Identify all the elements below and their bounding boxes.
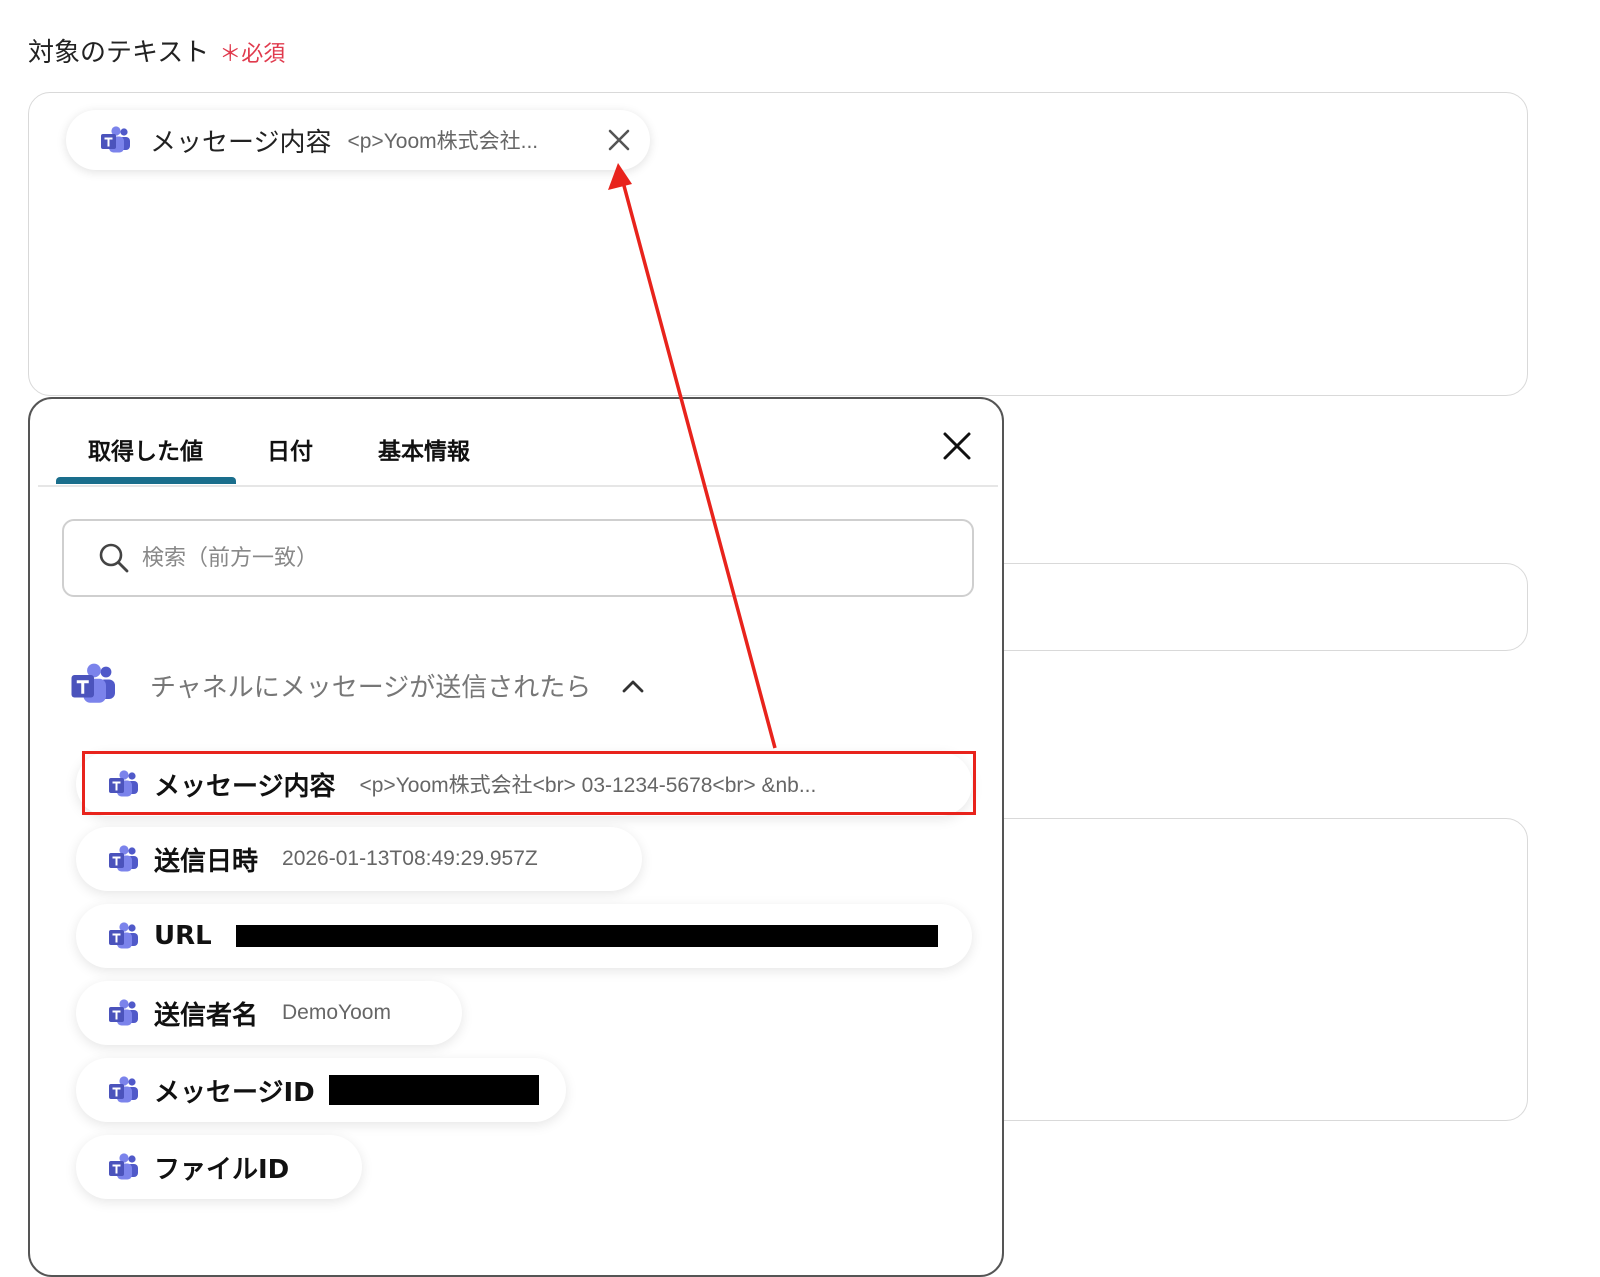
- chevron-up-icon[interactable]: [622, 679, 644, 693]
- value-item-url[interactable]: URL: [76, 904, 972, 968]
- value-item-sender-name[interactable]: 送信者名 DemoYoom: [76, 981, 462, 1045]
- redacted-value: [328, 1075, 539, 1105]
- teams-icon: [108, 999, 140, 1027]
- search-box[interactable]: [62, 519, 974, 597]
- tab-date[interactable]: 日付: [267, 432, 313, 466]
- chip-value: <p>Yoom株式会社...: [347, 130, 539, 153]
- chip-name: メッセージ内容: [150, 127, 332, 158]
- item-name: 送信日時: [154, 846, 259, 877]
- item-name: ファイルID: [154, 1154, 290, 1185]
- search-icon: [99, 543, 129, 573]
- selected-value-chip[interactable]: メッセージ内容 <p>Yoom株式会社...: [66, 110, 650, 170]
- required-marker: ＊必須: [219, 42, 286, 67]
- item-name: メッセージID: [154, 1077, 315, 1108]
- teams-icon: [70, 663, 118, 705]
- teams-icon: [108, 922, 140, 950]
- background-field-3[interactable]: [960, 818, 1528, 1121]
- tab-divider: [38, 485, 998, 487]
- item-value: 2026-01-13T08:49:29.957Z: [282, 847, 538, 870]
- chip-remove-icon[interactable]: [604, 125, 634, 155]
- item-value: DemoYoom: [282, 1001, 391, 1024]
- active-tab-indicator: [56, 477, 236, 484]
- close-icon[interactable]: [942, 431, 972, 461]
- value-item-message-id[interactable]: メッセージID: [76, 1058, 566, 1122]
- field-label-text: 対象のテキスト: [28, 38, 210, 68]
- tab-basic-info[interactable]: 基本情報: [378, 432, 470, 466]
- teams-icon: [108, 1153, 140, 1181]
- search-input[interactable]: [140, 544, 904, 572]
- teams-icon: [108, 845, 140, 873]
- redacted-value: [235, 925, 938, 947]
- item-name: URL: [154, 921, 212, 951]
- value-item-sent-datetime[interactable]: 送信日時 2026-01-13T08:49:29.957Z: [76, 827, 642, 891]
- background-field-2[interactable]: [960, 563, 1528, 651]
- item-name: 送信者名: [154, 1000, 259, 1031]
- trigger-group-title[interactable]: チャネルにメッセージが送信されたら: [150, 667, 591, 704]
- value-picker-panel: 取得した値 日付 基本情報 チャネルにメッセージが送信されたら メッセージ内容 …: [28, 397, 1004, 1277]
- tab-fetched-values[interactable]: 取得した値: [88, 432, 203, 466]
- value-item-file-id[interactable]: ファイルID: [76, 1135, 362, 1199]
- annotation-highlight-box: [82, 751, 976, 815]
- teams-icon: [108, 1076, 140, 1104]
- teams-icon: [100, 126, 132, 154]
- field-label: 対象のテキスト ＊必須: [28, 36, 285, 72]
